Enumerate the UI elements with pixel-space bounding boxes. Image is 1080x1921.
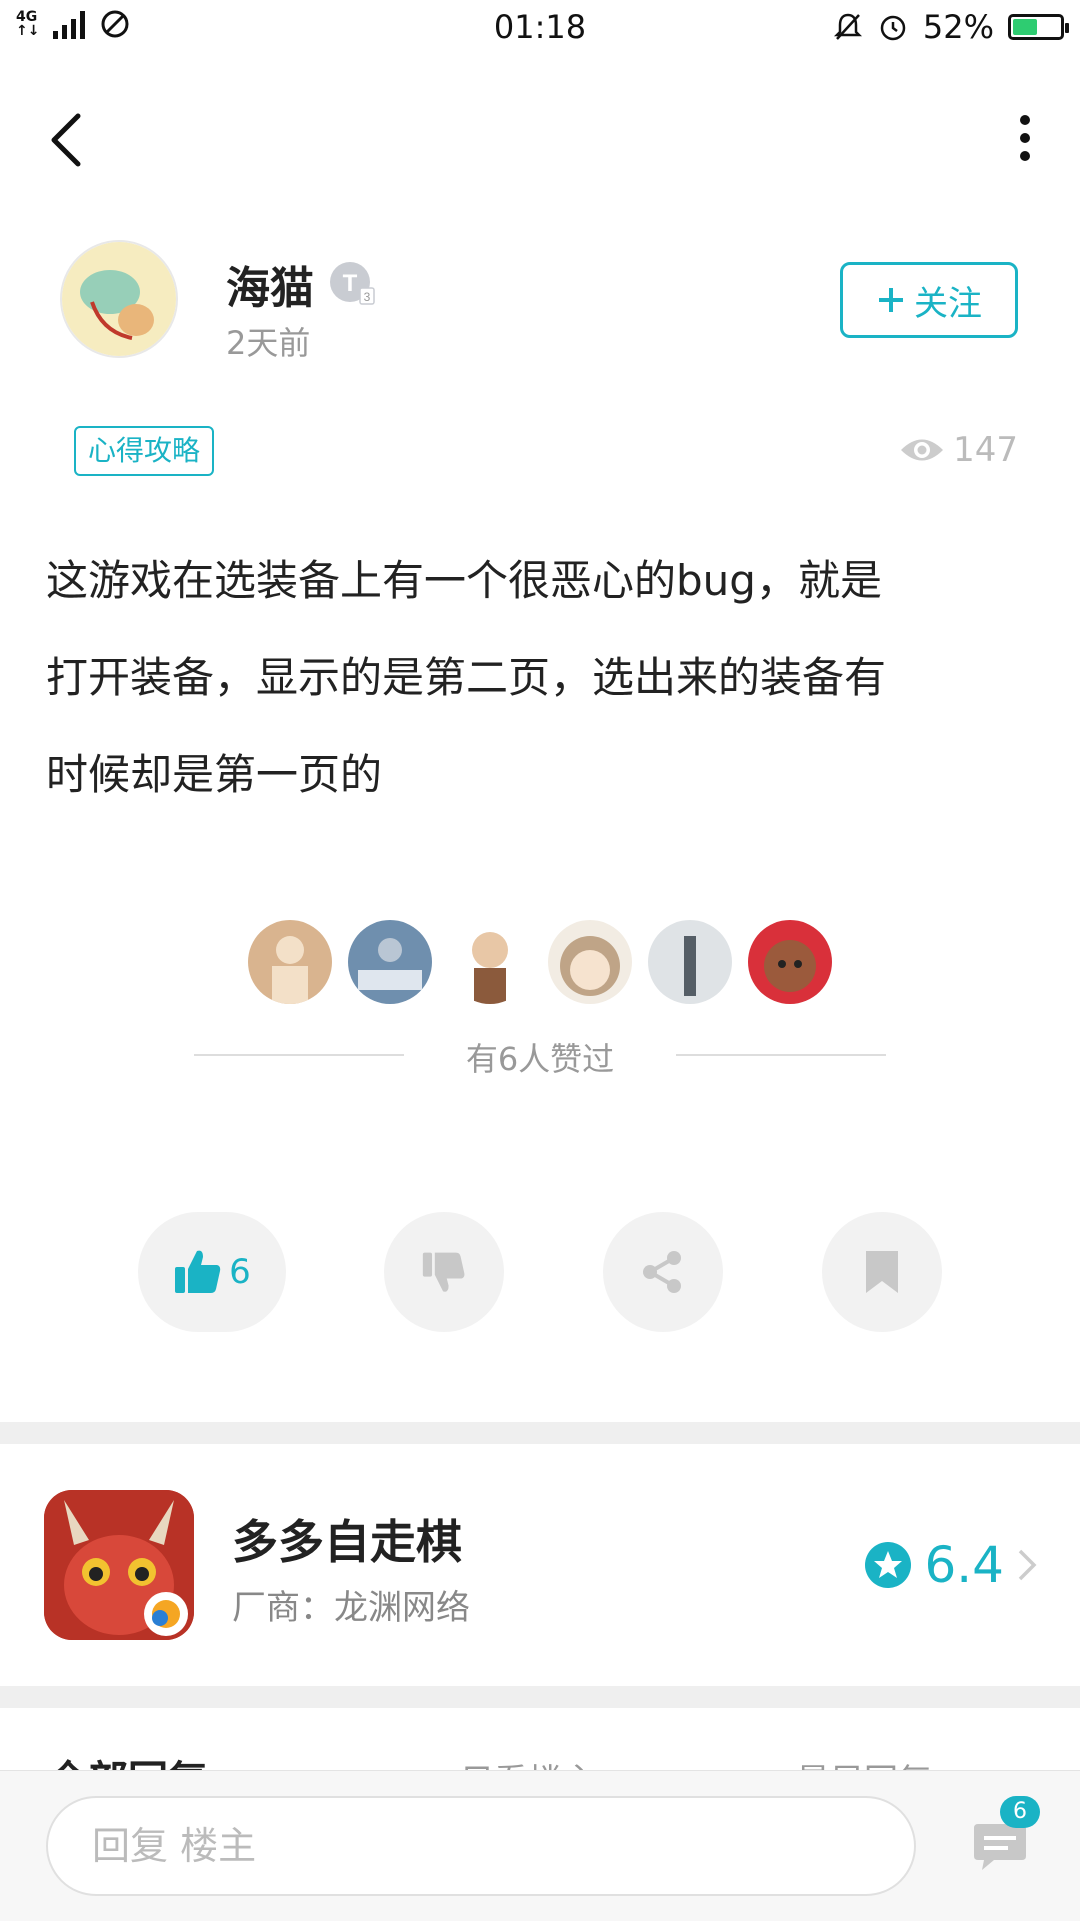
follow-label: 关注 [914, 283, 982, 324]
comment-count-badge: 6 [1000, 1796, 1040, 1828]
game-rating[interactable]: 6.4 [864, 1536, 1038, 1594]
liker-avatar[interactable] [448, 920, 532, 1004]
author-avatar[interactable] [60, 240, 178, 358]
status-bar: 4G ↑↓ 01:18 52% [0, 0, 1080, 56]
share-button[interactable] [603, 1212, 723, 1332]
section-divider [0, 1686, 1080, 1708]
liker-avatar[interactable] [248, 920, 332, 1004]
liker-avatar[interactable] [748, 920, 832, 1004]
liked-summary: 有6人赞过 [465, 1040, 615, 1078]
category-tag[interactable]: 心得攻略 [74, 426, 215, 476]
alarm-icon [880, 15, 906, 41]
liker-avatar[interactable] [648, 920, 732, 1004]
battery-fill [1013, 19, 1037, 35]
share-icon [643, 1251, 681, 1293]
post-content: 这游戏在选装备上有一个很恶心的bug，就是 打开装备，显示的是第二页，选出来的装… [46, 556, 887, 799]
eye-icon [901, 439, 944, 461]
svg-text:T: T [343, 270, 358, 297]
avatar-image [62, 242, 176, 356]
follow-button[interactable]: 关注 [840, 262, 1018, 338]
thumbs-down-icon [422, 1252, 465, 1292]
level-badge-icon: T 3 [330, 262, 375, 305]
dislike-button[interactable] [384, 1212, 504, 1332]
reply-input[interactable]: 回复 楼主 [46, 1796, 916, 1896]
view-count: 147 [899, 430, 1018, 470]
bookmark-icon [866, 1251, 898, 1293]
game-icon[interactable] [44, 1490, 194, 1640]
star-icon [865, 1542, 912, 1588]
liker-avatar[interactable] [348, 920, 432, 1004]
chevron-right-icon [1018, 1549, 1037, 1581]
bookmark-button[interactable] [822, 1212, 942, 1332]
more-vertical-icon[interactable] [1010, 110, 1040, 170]
rating-value: 6.4 [924, 1536, 1004, 1594]
section-divider [0, 1422, 1080, 1444]
like-button[interactable]: 6 [138, 1212, 286, 1332]
battery-percent: 52% [922, 8, 994, 46]
author-name[interactable]: 海猫 [226, 252, 314, 316]
game-vendor: 厂商：龙渊网络 [232, 1588, 470, 1628]
thumbs-up-icon [175, 1250, 221, 1293]
liker-avatars [0, 920, 1080, 1004]
post-time: 2天前 [226, 324, 311, 362]
back-chevron-icon[interactable] [40, 100, 100, 180]
svg-text:3: 3 [364, 290, 371, 304]
liker-avatar[interactable] [548, 920, 632, 1004]
battery-icon [1008, 14, 1069, 40]
game-logo-image [44, 1490, 194, 1640]
game-name[interactable]: 多多自走棋 [232, 1506, 462, 1572]
plus-icon [879, 288, 903, 312]
view-count-value: 147 [953, 430, 1018, 470]
status-right: 52% [833, 8, 1069, 46]
like-count: 6 [229, 1252, 251, 1292]
mute-bell-icon [833, 13, 862, 40]
